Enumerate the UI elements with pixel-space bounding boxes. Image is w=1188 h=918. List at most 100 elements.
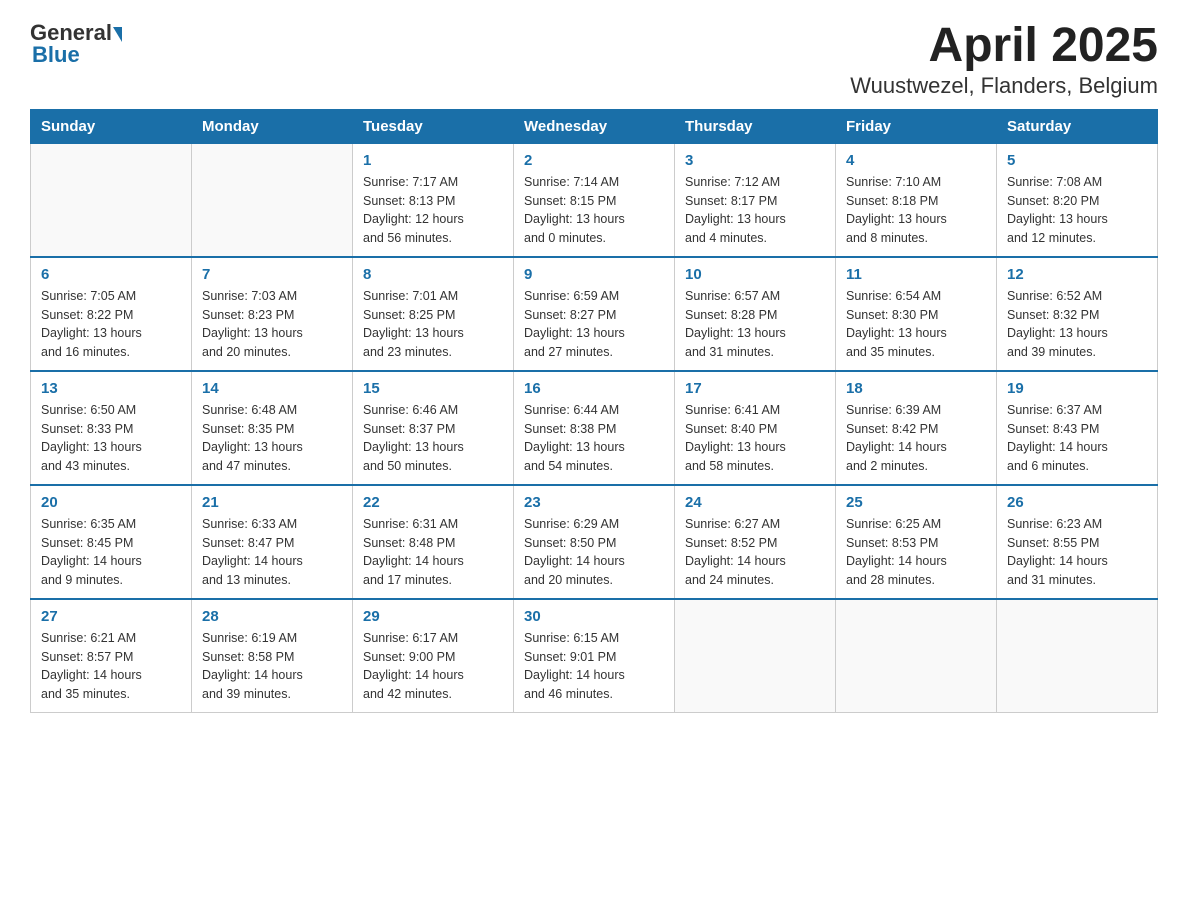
calendar-cell: 5 Sunrise: 7:08 AM Sunset: 8:20 PM Daylig… <box>997 143 1158 257</box>
day-of-week-header: Saturday <box>997 109 1158 143</box>
calendar-title: April 2025 <box>850 20 1158 73</box>
day-info: Sunrise: 7:08 AM Sunset: 8:20 PM Dayligh… <box>1007 173 1147 248</box>
calendar-cell: 2 Sunrise: 7:14 AM Sunset: 8:15 PM Daylig… <box>514 143 675 257</box>
calendar-cell: 1 Sunrise: 7:17 AM Sunset: 8:13 PM Daylig… <box>353 143 514 257</box>
calendar-cell: 7Sunrise: 7:03 AM Sunset: 8:23 PM Daylig… <box>192 257 353 371</box>
day-number: 8 <box>363 266 503 283</box>
day-number: 30 <box>524 608 664 625</box>
day-number: 2 <box>524 152 664 169</box>
day-info: Sunrise: 6:54 AM Sunset: 8:30 PM Dayligh… <box>846 287 986 362</box>
calendar-cell: 18 Sunrise: 6:39 AM Sunset: 8:42 PM Dayli… <box>836 371 997 485</box>
calendar-cell <box>836 599 997 713</box>
day-number: 20 <box>41 494 181 511</box>
calendar-cell: 6Sunrise: 7:05 AM Sunset: 8:22 PM Daylig… <box>31 257 192 371</box>
day-number: 16 <box>524 380 664 397</box>
day-info: Sunrise: 6:44 AM Sunset: 8:38 PM Dayligh… <box>524 401 664 476</box>
calendar-cell: 20 Sunrise: 6:35 AM Sunset: 8:45 PM Dayli… <box>31 485 192 599</box>
title-block: April 2025 Wuustwezel, Flanders, Belgium <box>850 20 1158 99</box>
day-of-week-header: Thursday <box>675 109 836 143</box>
calendar-cell: 19Sunrise: 6:37 AM Sunset: 8:43 PM Dayli… <box>997 371 1158 485</box>
day-of-week-header: Tuesday <box>353 109 514 143</box>
calendar-subtitle: Wuustwezel, Flanders, Belgium <box>850 73 1158 99</box>
logo-arrow-icon <box>113 27 122 42</box>
day-info: Sunrise: 6:59 AM Sunset: 8:27 PM Dayligh… <box>524 287 664 362</box>
calendar-cell: 21 Sunrise: 6:33 AM Sunset: 8:47 PM Dayli… <box>192 485 353 599</box>
calendar-cell <box>192 143 353 257</box>
calendar-cell: 8 Sunrise: 7:01 AM Sunset: 8:25 PM Daylig… <box>353 257 514 371</box>
calendar-cell: 28Sunrise: 6:19 AM Sunset: 8:58 PM Dayli… <box>192 599 353 713</box>
day-info: Sunrise: 7:03 AM Sunset: 8:23 PM Dayligh… <box>202 287 342 362</box>
day-info: Sunrise: 7:14 AM Sunset: 8:15 PM Dayligh… <box>524 173 664 248</box>
day-info: Sunrise: 7:12 AM Sunset: 8:17 PM Dayligh… <box>685 173 825 248</box>
day-number: 18 <box>846 380 986 397</box>
day-info: Sunrise: 6:57 AM Sunset: 8:28 PM Dayligh… <box>685 287 825 362</box>
calendar-week-row: 13 Sunrise: 6:50 AM Sunset: 8:33 PM Dayli… <box>31 371 1158 485</box>
day-number: 1 <box>363 152 503 169</box>
day-info: Sunrise: 6:17 AM Sunset: 9:00 PM Dayligh… <box>363 629 503 704</box>
day-number: 4 <box>846 152 986 169</box>
calendar-week-row: 6Sunrise: 7:05 AM Sunset: 8:22 PM Daylig… <box>31 257 1158 371</box>
calendar-week-row: 27Sunrise: 6:21 AM Sunset: 8:57 PM Dayli… <box>31 599 1158 713</box>
calendar-cell: 24Sunrise: 6:27 AM Sunset: 8:52 PM Dayli… <box>675 485 836 599</box>
calendar-cell: 13 Sunrise: 6:50 AM Sunset: 8:33 PM Dayli… <box>31 371 192 485</box>
day-info: Sunrise: 6:31 AM Sunset: 8:48 PM Dayligh… <box>363 515 503 590</box>
day-info: Sunrise: 7:10 AM Sunset: 8:18 PM Dayligh… <box>846 173 986 248</box>
calendar-cell: 29 Sunrise: 6:17 AM Sunset: 9:00 PM Dayli… <box>353 599 514 713</box>
day-of-week-header: Friday <box>836 109 997 143</box>
calendar-cell: 9 Sunrise: 6:59 AM Sunset: 8:27 PM Daylig… <box>514 257 675 371</box>
calendar-cell: 4 Sunrise: 7:10 AM Sunset: 8:18 PM Daylig… <box>836 143 997 257</box>
day-number: 21 <box>202 494 342 511</box>
day-info: Sunrise: 6:39 AM Sunset: 8:42 PM Dayligh… <box>846 401 986 476</box>
logo-blue-text: Blue <box>32 42 80 68</box>
day-info: Sunrise: 6:37 AM Sunset: 8:43 PM Dayligh… <box>1007 401 1147 476</box>
day-info: Sunrise: 6:48 AM Sunset: 8:35 PM Dayligh… <box>202 401 342 476</box>
calendar-cell: 16 Sunrise: 6:44 AM Sunset: 8:38 PM Dayli… <box>514 371 675 485</box>
day-info: Sunrise: 6:27 AM Sunset: 8:52 PM Dayligh… <box>685 515 825 590</box>
day-number: 15 <box>363 380 503 397</box>
day-number: 13 <box>41 380 181 397</box>
day-number: 14 <box>202 380 342 397</box>
day-of-week-header: Monday <box>192 109 353 143</box>
day-number: 10 <box>685 266 825 283</box>
day-number: 12 <box>1007 266 1147 283</box>
calendar-week-row: 1 Sunrise: 7:17 AM Sunset: 8:13 PM Daylig… <box>31 143 1158 257</box>
calendar-cell: 22Sunrise: 6:31 AM Sunset: 8:48 PM Dayli… <box>353 485 514 599</box>
day-of-week-header: Wednesday <box>514 109 675 143</box>
day-of-week-header: Sunday <box>31 109 192 143</box>
calendar-cell: 26Sunrise: 6:23 AM Sunset: 8:55 PM Dayli… <box>997 485 1158 599</box>
calendar-cell: 30Sunrise: 6:15 AM Sunset: 9:01 PM Dayli… <box>514 599 675 713</box>
day-info: Sunrise: 6:46 AM Sunset: 8:37 PM Dayligh… <box>363 401 503 476</box>
day-info: Sunrise: 6:41 AM Sunset: 8:40 PM Dayligh… <box>685 401 825 476</box>
day-info: Sunrise: 6:29 AM Sunset: 8:50 PM Dayligh… <box>524 515 664 590</box>
day-info: Sunrise: 6:33 AM Sunset: 8:47 PM Dayligh… <box>202 515 342 590</box>
day-info: Sunrise: 7:17 AM Sunset: 8:13 PM Dayligh… <box>363 173 503 248</box>
day-number: 23 <box>524 494 664 511</box>
day-number: 3 <box>685 152 825 169</box>
calendar-cell: 17Sunrise: 6:41 AM Sunset: 8:40 PM Dayli… <box>675 371 836 485</box>
calendar-week-row: 20 Sunrise: 6:35 AM Sunset: 8:45 PM Dayli… <box>31 485 1158 599</box>
page-header: General Blue April 2025 Wuustwezel, Flan… <box>30 20 1158 99</box>
day-number: 9 <box>524 266 664 283</box>
day-number: 28 <box>202 608 342 625</box>
calendar-cell: 27Sunrise: 6:21 AM Sunset: 8:57 PM Dayli… <box>31 599 192 713</box>
day-info: Sunrise: 7:05 AM Sunset: 8:22 PM Dayligh… <box>41 287 181 362</box>
day-info: Sunrise: 6:52 AM Sunset: 8:32 PM Dayligh… <box>1007 287 1147 362</box>
calendar-cell: 23 Sunrise: 6:29 AM Sunset: 8:50 PM Dayli… <box>514 485 675 599</box>
logo: General Blue <box>30 20 122 68</box>
calendar-cell <box>31 143 192 257</box>
calendar-cell: 15 Sunrise: 6:46 AM Sunset: 8:37 PM Dayli… <box>353 371 514 485</box>
calendar-cell: 14 Sunrise: 6:48 AM Sunset: 8:35 PM Dayli… <box>192 371 353 485</box>
day-number: 25 <box>846 494 986 511</box>
calendar-table: SundayMondayTuesdayWednesdayThursdayFrid… <box>30 109 1158 713</box>
day-number: 5 <box>1007 152 1147 169</box>
calendar-cell: 11Sunrise: 6:54 AM Sunset: 8:30 PM Dayli… <box>836 257 997 371</box>
day-info: Sunrise: 6:23 AM Sunset: 8:55 PM Dayligh… <box>1007 515 1147 590</box>
day-info: Sunrise: 6:50 AM Sunset: 8:33 PM Dayligh… <box>41 401 181 476</box>
day-info: Sunrise: 7:01 AM Sunset: 8:25 PM Dayligh… <box>363 287 503 362</box>
day-info: Sunrise: 6:35 AM Sunset: 8:45 PM Dayligh… <box>41 515 181 590</box>
calendar-header-row: SundayMondayTuesdayWednesdayThursdayFrid… <box>31 109 1158 143</box>
calendar-cell <box>675 599 836 713</box>
calendar-cell: 3 Sunrise: 7:12 AM Sunset: 8:17 PM Daylig… <box>675 143 836 257</box>
day-number: 29 <box>363 608 503 625</box>
calendar-cell: 25Sunrise: 6:25 AM Sunset: 8:53 PM Dayli… <box>836 485 997 599</box>
